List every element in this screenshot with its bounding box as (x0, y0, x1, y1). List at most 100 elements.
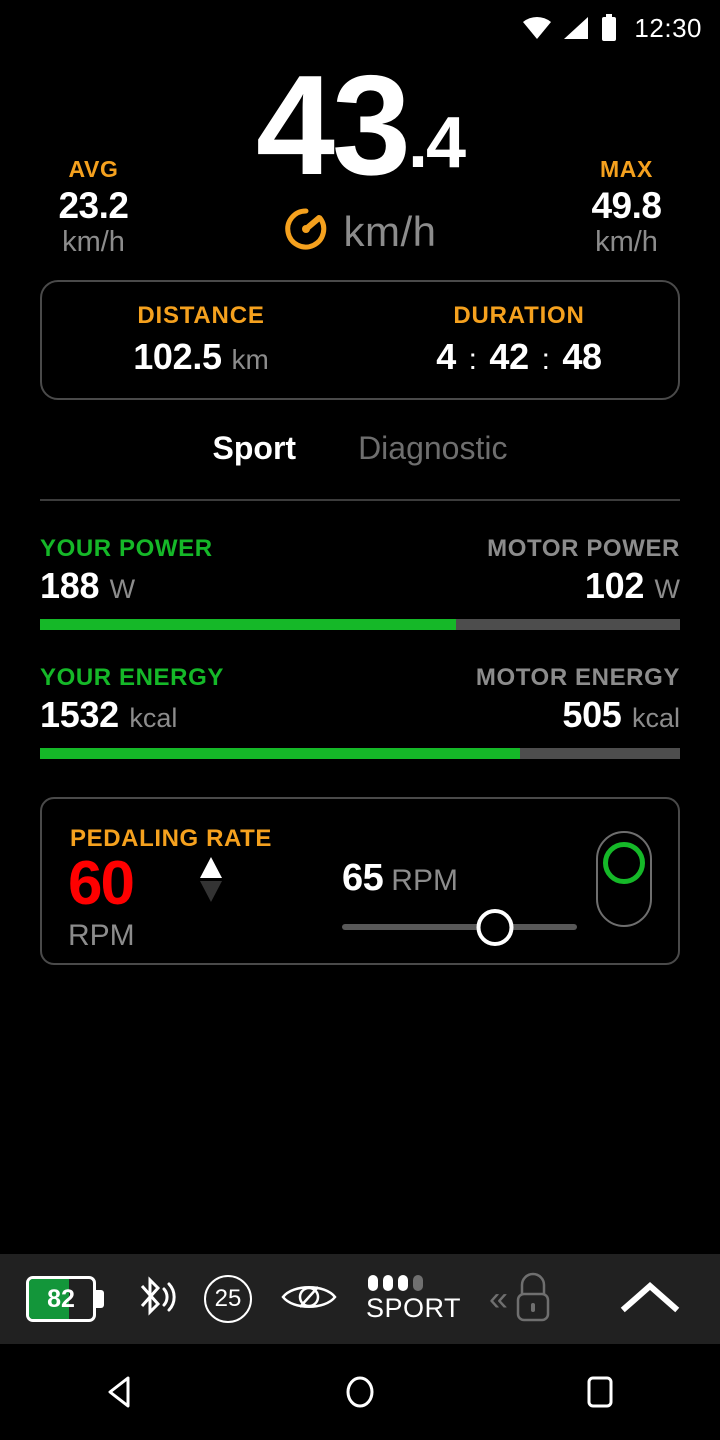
your-power-value: 188 (40, 565, 100, 606)
motor-energy-label: MOTOR ENERGY (475, 664, 680, 691)
assist-dot-3 (398, 1274, 408, 1291)
assist-dot-4 (413, 1274, 423, 1291)
slider-thumb[interactable] (476, 909, 514, 946)
bluetooth-connected-icon[interactable] (132, 1272, 176, 1327)
back-triangle-icon[interactable] (60, 1372, 180, 1412)
energy-labels: YOUR ENERGY MOTOR ENERGY (40, 664, 680, 692)
tab-sport[interactable]: Sport (207, 426, 303, 471)
speed-limit-value: 25 (214, 1285, 242, 1312)
recents-square-icon[interactable] (540, 1372, 660, 1412)
power-bar (40, 619, 680, 630)
bike-battery-indicator[interactable]: 82 (26, 1276, 104, 1322)
power-bar-fill (40, 619, 456, 630)
chevron-up-icon[interactable] (620, 1279, 680, 1320)
motor-energy-value-group: 505 kcal (562, 694, 680, 736)
speedometer-icon (283, 206, 329, 257)
pedaling-trend (200, 857, 222, 902)
android-nav-bar (0, 1344, 720, 1440)
power-values: 188 W 102 W (40, 565, 680, 607)
distance-label: DISTANCE (137, 302, 265, 329)
tab-bar: Sport Diagnostic (0, 426, 720, 471)
power-labels: YOUR POWER MOTOR POWER (40, 535, 680, 563)
arrow-up-icon (200, 857, 222, 878)
pedaling-current-value: 60 (68, 849, 135, 918)
assist-dot-2 (383, 1274, 393, 1291)
trip-summary-card: DISTANCE 102.5 km DURATION 4 : 42 : 48 (40, 280, 680, 400)
distance-value-row: 102.5 km (42, 336, 360, 378)
speed-integer: 43 (256, 46, 411, 205)
assist-mode-indicator[interactable]: SPORT (366, 1274, 462, 1324)
avg-label: AVG (68, 156, 119, 182)
your-energy-unit: kcal (129, 703, 178, 733)
assist-mode-label: SPORT (366, 1292, 462, 1323)
slider-track[interactable] (342, 924, 577, 930)
avg-speed-stat: AVG 23.2 km/h (6, 156, 181, 259)
motor-power-unit: W (654, 574, 680, 604)
battery-percent-label: 82 (47, 1284, 75, 1313)
pedaling-target-value: 65 (342, 857, 384, 899)
duration-seconds: 48 (562, 336, 602, 377)
lock-icon (510, 1268, 556, 1331)
duration-separator-2: : (541, 343, 550, 376)
distance-unit: km (231, 344, 269, 375)
home-circle-icon[interactable] (300, 1372, 420, 1412)
pedaling-target: 65 RPM (342, 857, 458, 900)
your-energy-value-group: 1532 kcal (40, 694, 177, 736)
avg-value: 23.2 (58, 185, 129, 226)
lock-chevrons: « (489, 1280, 508, 1318)
pedaling-target-unit: RPM (391, 864, 458, 897)
duration-stat: DURATION 4 : 42 : 48 (360, 302, 678, 378)
max-label: MAX (600, 156, 653, 182)
motor-power-value: 102 (584, 565, 645, 606)
energy-metric: YOUR ENERGY MOTOR ENERGY 1532 kcal 505 k… (40, 664, 680, 759)
motor-power-value-group: 102 W (585, 565, 680, 607)
battery-icon (600, 14, 618, 42)
duration-minutes: 42 (489, 336, 529, 377)
energy-bar-fill (40, 748, 520, 759)
pedaling-rate-slider[interactable] (342, 909, 577, 946)
assist-level-ring (603, 842, 645, 884)
distance-value: 102.5 (133, 336, 222, 377)
status-bar-clock: 12:30 (634, 12, 702, 43)
app-screen: 12:30 43 .4 km/h AVG 23.2 km/h MAX 49.8 (0, 0, 720, 1440)
assist-mode-dots (366, 1274, 423, 1291)
max-unit: km/h (595, 226, 658, 258)
distance-stat: DISTANCE 102.5 km (42, 302, 360, 378)
pedaling-rate-card: PEDALING RATE 60 RPM 65 RPM (40, 797, 680, 965)
speed-hero: 43 .4 km/h AVG 23.2 km/h MAX 49.8 km/h (0, 46, 720, 266)
arrow-down-icon (200, 881, 222, 902)
wifi-icon (522, 15, 552, 41)
duration-separator-1: : (468, 343, 477, 376)
speed-unit-label: km/h (343, 207, 437, 255)
eye-off-icon[interactable] (280, 1277, 338, 1322)
motor-energy-value: 505 (562, 694, 622, 735)
energy-values: 1532 kcal 505 kcal (40, 694, 680, 736)
toolbar-items: 82 25 SPORT « (0, 1268, 556, 1331)
speed-decimal: .4 (407, 103, 466, 184)
avg-unit: km/h (62, 226, 125, 258)
pedaling-current: 60 RPM (68, 853, 135, 951)
assist-dot-1 (368, 1274, 378, 1291)
tab-divider (40, 499, 680, 501)
your-power-value-group: 188 W (40, 565, 135, 607)
duration-value-row: 4 : 42 : 48 (360, 336, 678, 378)
battery-cap (96, 1290, 104, 1308)
motor-energy-unit: kcal (631, 703, 680, 733)
max-speed-stat: MAX 49.8 km/h (539, 156, 714, 259)
bottom-toolbar: 82 25 SPORT « (0, 1254, 720, 1344)
speed-limit-icon[interactable]: 25 (204, 1275, 252, 1323)
energy-bar (40, 748, 680, 759)
your-energy-value: 1532 (40, 694, 119, 735)
max-value: 49.8 (591, 185, 662, 226)
duration-label: DURATION (453, 302, 585, 329)
your-power-unit: W (109, 574, 136, 604)
signal-icon (562, 15, 590, 41)
lock-control[interactable]: « (489, 1268, 556, 1331)
tab-diagnostic[interactable]: Diagnostic (352, 426, 513, 471)
assist-level-indicator-icon (596, 831, 652, 927)
duration-hours: 4 (436, 336, 456, 377)
your-energy-label: YOUR ENERGY (40, 664, 224, 691)
power-metric: YOUR POWER MOTOR POWER 188 W 102 W (40, 535, 680, 630)
toolbar-right (620, 1279, 720, 1320)
your-power-label: YOUR POWER (40, 535, 213, 562)
